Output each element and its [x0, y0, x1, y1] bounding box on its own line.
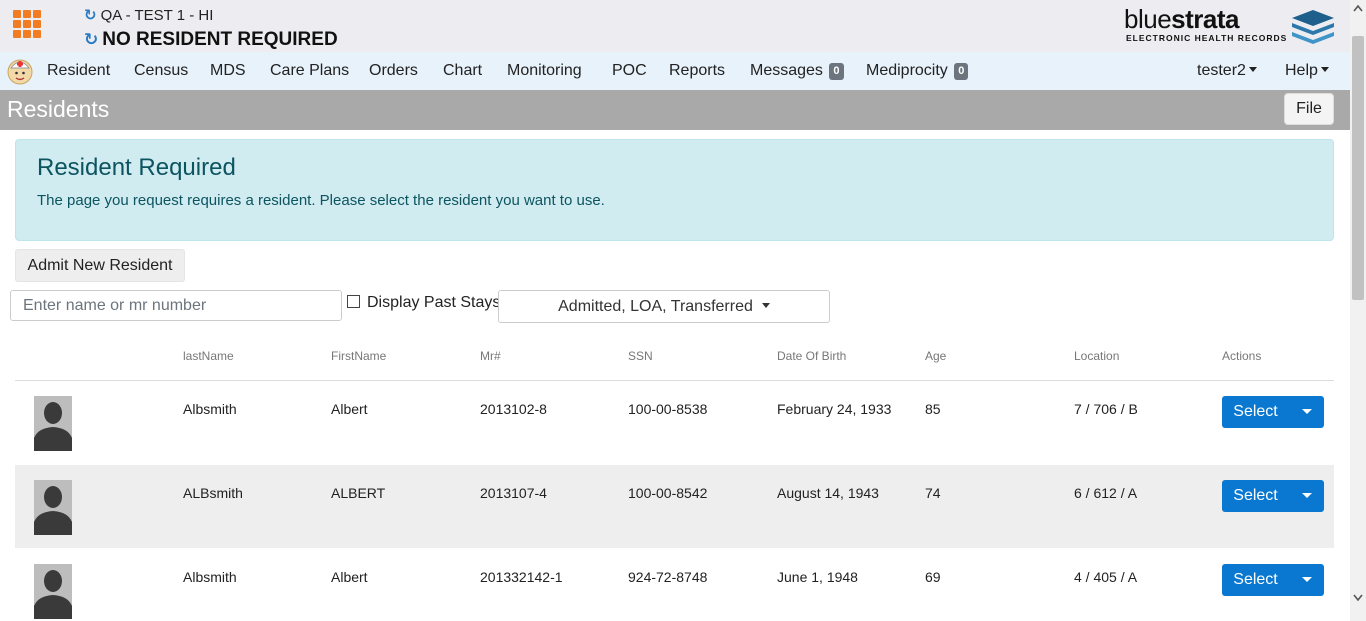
person-silhouette-icon [34, 480, 72, 535]
nav-resident[interactable]: Resident [47, 52, 110, 90]
mediprocity-count-badge: 0 [954, 63, 969, 80]
refresh-icon[interactable]: ↻ [84, 6, 97, 24]
cell-age: 85 [925, 401, 941, 417]
cell-ssn: 924-72-8748 [628, 569, 708, 585]
column-header-age[interactable]: Age [925, 349, 946, 363]
cell-dob: August 14, 1943 [777, 485, 879, 501]
cell-dob: February 24, 1933 [777, 401, 892, 417]
stacked-layers-icon [1292, 10, 1334, 44]
nav-monitoring[interactable]: Monitoring [507, 52, 582, 90]
chevron-down-icon [761, 303, 770, 308]
status-filter-dropdown[interactable]: Admitted, LOA, Transferred [498, 290, 830, 323]
column-header-lastname[interactable]: lastName [183, 349, 234, 363]
cell-mr: 2013107-4 [480, 485, 547, 501]
nav-census[interactable]: Census [134, 52, 188, 90]
cell-firstname: Albert [331, 569, 368, 585]
select-button-group: Select [1222, 564, 1324, 596]
select-button[interactable]: Select [1222, 480, 1289, 512]
cell-lastname: Albsmith [183, 401, 237, 417]
select-button-group: Select [1222, 480, 1324, 512]
select-button[interactable]: Select [1222, 396, 1289, 428]
column-header-location[interactable]: Location [1074, 349, 1119, 363]
cell-age: 69 [925, 569, 941, 585]
dropdown-toggle-icon[interactable] [1289, 480, 1324, 512]
cell-lastname: ALBsmith [183, 485, 243, 501]
resident-status: NO RESIDENT REQUIRED [102, 29, 338, 50]
past-stays-checkbox[interactable] [347, 294, 360, 308]
cell-ssn: 100-00-8542 [628, 485, 708, 501]
dropdown-toggle-icon[interactable] [1289, 564, 1324, 596]
display-past-stays-toggle[interactable]: Display Past Stays [347, 294, 500, 312]
cell-lastname: Albsmith [183, 569, 237, 585]
help-menu[interactable]: Help [1285, 52, 1329, 90]
cell-ssn: 100-00-8538 [628, 401, 708, 417]
past-stays-label: Display Past Stays [367, 294, 501, 311]
nav-messages-label: Messages [750, 62, 823, 79]
facility-name: QA - TEST 1 - HI [100, 6, 214, 24]
cell-mr: 2013102-8 [480, 401, 547, 417]
resident-required-alert: Resident Required The page you request r… [15, 139, 1334, 241]
cell-location: 4 / 405 / A [1074, 569, 1138, 585]
search-input[interactable] [10, 290, 342, 321]
nav-chart[interactable]: Chart [443, 52, 482, 90]
nav-orders[interactable]: Orders [369, 52, 418, 90]
column-header-mr[interactable]: Mr# [480, 349, 501, 363]
cell-location: 6 / 612 / A [1074, 485, 1138, 501]
page-header: Residents File [0, 90, 1350, 130]
logo-text-bold: strata [1171, 4, 1239, 34]
cell-mr: 201332142-1 [480, 569, 563, 585]
user-name: tester2 [1197, 62, 1246, 79]
refresh-icon[interactable]: ↻ [84, 30, 98, 50]
cell-dob: June 1, 1948 [777, 569, 858, 585]
person-silhouette-icon [34, 564, 72, 619]
status-filter-value: Admitted, LOA, Transferred [558, 298, 753, 315]
column-header-ssn[interactable]: SSN [628, 349, 653, 363]
file-button[interactable]: File [1284, 93, 1334, 125]
column-header-firstname[interactable]: FirstName [331, 349, 386, 363]
scrollbar-thumb[interactable] [1352, 36, 1364, 300]
nav-mediprocity-label: Mediprocity [866, 62, 948, 79]
messages-count-badge: 0 [829, 63, 844, 80]
nav-care-plans[interactable]: Care Plans [270, 52, 349, 90]
dropdown-toggle-icon[interactable] [1289, 396, 1324, 428]
alert-title: Resident Required [37, 154, 236, 181]
cell-firstname: ALBERT [331, 485, 386, 501]
page-title: Residents [7, 96, 110, 122]
column-header-dob[interactable]: Date Of Birth [777, 349, 846, 363]
nav-mediprocity[interactable]: Mediprocity 0 [866, 52, 969, 90]
select-button-group: Select [1222, 396, 1324, 428]
cell-location: 7 / 706 / B [1074, 401, 1138, 417]
table-row[interactable]: ALBsmith ALBERT 2013107-4 100-00-8542 Au… [15, 465, 1334, 548]
scroll-down-icon[interactable] [1353, 594, 1363, 602]
select-button[interactable]: Select [1222, 564, 1289, 596]
person-silhouette-icon [34, 396, 72, 451]
logo-text-thin: blue [1124, 4, 1172, 34]
main-nav: Resident Census MDS Care Plans Orders Ch… [0, 52, 1350, 90]
nav-messages[interactable]: Messages 0 [750, 52, 844, 90]
current-resident[interactable]: ↻ NO RESIDENT REQUIRED [84, 29, 338, 51]
column-header-actions: Actions [1222, 349, 1262, 363]
vertical-scrollbar[interactable] [1350, 0, 1366, 621]
cell-firstname: Albert [331, 401, 368, 417]
cell-age: 74 [925, 485, 941, 501]
facility-selector[interactable]: ↻ QA - TEST 1 - HI [84, 6, 214, 25]
nav-mds[interactable]: MDS [210, 52, 246, 90]
table-row[interactable]: Albsmith Albert 201332142-1 924-72-8748 … [15, 549, 1334, 621]
nav-reports[interactable]: Reports [669, 52, 725, 90]
top-header: ↻ QA - TEST 1 - HI ↻ NO RESIDENT REQUIRE… [0, 0, 1350, 52]
table-row[interactable]: Albsmith Albert 2013102-8 100-00-8538 Fe… [15, 381, 1334, 464]
nav-poc[interactable]: POC [612, 52, 647, 90]
chevron-down-icon [1248, 67, 1257, 72]
bluestrata-logo: bluestrata ELECTRONIC HEALTH RECORDS [1122, 4, 1338, 46]
user-menu[interactable]: tester2 [1197, 52, 1257, 90]
alert-text: The page you request requires a resident… [37, 192, 605, 209]
help-label: Help [1285, 62, 1318, 79]
logo-subtitle: ELECTRONIC HEALTH RECORDS [1126, 33, 1288, 43]
scroll-up-icon[interactable] [1353, 4, 1363, 12]
nurse-icon[interactable] [6, 56, 34, 86]
admit-new-resident-button[interactable]: Admit New Resident [15, 249, 185, 282]
apps-grid-icon[interactable] [13, 10, 41, 38]
chevron-down-icon [1320, 67, 1329, 72]
